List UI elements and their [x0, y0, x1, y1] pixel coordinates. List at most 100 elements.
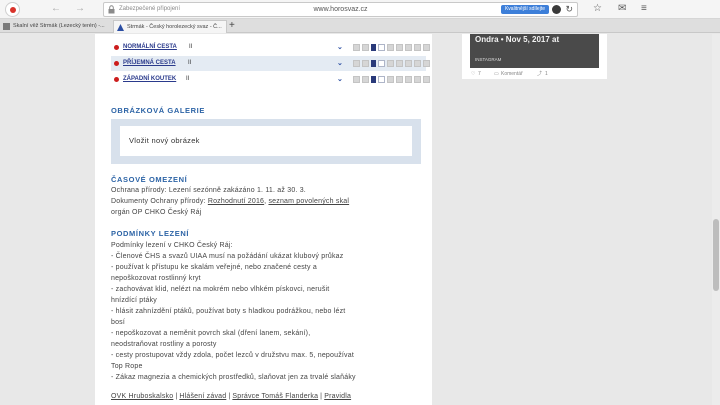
rating-box — [423, 76, 430, 83]
rating-box — [371, 60, 376, 67]
conditions-line: hnízdící ptáky — [111, 297, 157, 304]
rating-box — [371, 44, 376, 51]
rating-box — [396, 76, 403, 83]
rating-box — [362, 60, 369, 67]
tab-strmak[interactable]: Strmák - Český horolezecký svaz - Č... — [113, 20, 227, 33]
route-grade: II — [188, 60, 192, 66]
allowed-rocks-link[interactable]: seznam povolených skal — [268, 198, 349, 205]
rating-box — [387, 44, 394, 51]
rating-box — [396, 60, 403, 67]
conditions-line: - hlásit zahnízdění ptáků, používat boty… — [111, 308, 346, 315]
rating-box — [414, 44, 421, 51]
ovk-hruboskalsko-link[interactable]: OVK Hruboskalsko — [111, 393, 173, 400]
clip-icon — [378, 60, 385, 67]
rating-box — [405, 60, 412, 67]
report-defects-link[interactable]: Hlášení závad — [179, 393, 226, 400]
conditions-line: - cesty prostupovat vždy zdola, počet le… — [111, 352, 354, 359]
chevron-down-icon[interactable]: ⌄ — [337, 56, 343, 71]
conditions-line: nepoškozovat rostlinný kryt — [111, 275, 201, 282]
route-status-dot — [114, 77, 119, 82]
route-name-link[interactable]: PŘÍJEMNÁ CESTA — [123, 56, 176, 71]
add-image-label: Vložit nový obrázek — [129, 136, 200, 145]
add-image-button[interactable]: Vložit nový obrázek — [120, 126, 412, 156]
rating-box — [423, 60, 430, 67]
mail-icon[interactable]: ✉ — [618, 3, 626, 15]
documents-prefix: Dokumenty Ochrany přírody: — [111, 198, 208, 205]
tab-label: Skalní věž Strmák (Lezecký terén) -... — [13, 23, 105, 29]
rating-box — [353, 60, 360, 67]
browser-logo-icon[interactable] — [5, 2, 20, 17]
conditions-line: neodstraňovat rostliny a porosty — [111, 341, 217, 348]
conditions-line: - používat k přístupu ke skalám veřejné,… — [111, 264, 317, 271]
clip-icon — [378, 76, 385, 83]
rating-box — [387, 76, 394, 83]
seasonal-documents: Dokumenty Ochrany přírody: Rozhodnutí 20… — [111, 197, 349, 207]
gallery-heading: OBRÁZKOVÁ GALERIE — [111, 106, 205, 115]
heart-icon[interactable]: ♡ — [471, 71, 475, 78]
rating-box — [353, 44, 360, 51]
seasonal-heading: ČASOVÉ OMEZENÍ — [111, 175, 188, 184]
instagram-post-image[interactable]: Ondra • Nov 5, 2017 at INSTAGRAM — [470, 34, 599, 68]
instagram-widget: Ondra • Nov 5, 2017 at INSTAGRAM ♡ 7 ▭ K… — [462, 34, 607, 79]
tab-label: Strmák - Český horolezecký svaz - Č... — [127, 24, 222, 30]
reload-icon[interactable]: ↻ — [565, 4, 573, 14]
seasonal-line: Ochrana přírody: Lezení sezónně zakázáno… — [111, 187, 306, 194]
rules-link[interactable]: Pravidla — [324, 393, 351, 400]
rating-box — [405, 76, 412, 83]
chevron-down-icon[interactable]: ⌄ — [337, 72, 343, 87]
decision-2016-link[interactable]: Rozhodnutí 2016 — [208, 198, 264, 205]
route-row[interactable]: PŘÍJEMNÁ CESTA II ⌄ — [111, 56, 430, 71]
conditions-line: - zachovávat klid, nelézt na mokrém nebo… — [111, 286, 330, 293]
horosvaz-favicon-icon — [117, 24, 124, 31]
rating-box — [362, 44, 369, 51]
conditions-line: - nepoškozovat a neměnit povrch skal (dř… — [111, 330, 311, 337]
menu-icon[interactable]: ≡ — [641, 3, 647, 15]
rating-box — [371, 76, 376, 83]
footer-links: OVK Hruboskalsko | Hlášení závad | Správce T… — [111, 392, 351, 402]
scrollbar-thumb[interactable] — [713, 219, 719, 291]
conditions-line: - Členové ČHS a svazů UIAA musí na požád… — [111, 253, 344, 260]
extension-icon[interactable] — [552, 5, 561, 14]
route-row[interactable]: ZÁPADNÍ KOUTEK II ⌄ — [111, 72, 430, 87]
rating-box — [353, 76, 360, 83]
route-grade: II — [186, 76, 190, 82]
tab-skalni-vez[interactable]: Skalní věž Strmák (Lezecký terén) -... — [0, 20, 113, 33]
manager-link[interactable]: Správce Tomáš Flanderka — [232, 393, 318, 400]
post-source: INSTAGRAM — [475, 57, 502, 62]
route-name-link[interactable]: ZÁPADNÍ KOUTEK — [123, 72, 176, 87]
seasonal-authority: orgán OP CHKO Český Ráj — [111, 209, 202, 216]
route-status-dot — [114, 61, 119, 66]
rating-box — [414, 76, 421, 83]
conditions-line: Top Rope — [111, 363, 143, 370]
share-count: 1 — [545, 71, 548, 77]
conditions-line: Podmínky lezení v CHKO Český Ráj: — [111, 242, 233, 249]
rating-box — [405, 44, 412, 51]
gallery-box: Vložit nový obrázek — [111, 119, 421, 164]
page-favicon-icon — [3, 23, 10, 30]
chevron-down-icon[interactable]: ⌄ — [337, 40, 343, 55]
share-icon[interactable]: ⤴ — [537, 71, 542, 78]
route-row[interactable]: NORMÁLNÍ CESTA II ⌄ — [111, 40, 430, 55]
route-status-dot — [114, 45, 119, 50]
rating-box — [423, 44, 430, 51]
new-tab-button[interactable]: + — [229, 20, 235, 32]
post-caption: Ondra • Nov 5, 2017 at — [475, 35, 560, 44]
likes-count: 7 — [478, 71, 481, 77]
route-name-link[interactable]: NORMÁLNÍ CESTA — [123, 40, 177, 55]
bookmark-star-icon[interactable]: ☆ — [593, 3, 602, 15]
main-content: NORMÁLNÍ CESTA II ⌄ PŘÍJEMNÁ CESTA II ⌄ — [95, 34, 432, 405]
comment-label[interactable]: Komentář — [501, 71, 523, 78]
clip-icon — [378, 44, 385, 51]
rating-box — [362, 76, 369, 83]
back-arrow-icon[interactable]: ← — [51, 3, 61, 15]
rating-box — [387, 60, 394, 67]
share-quality-button[interactable]: Kvalitnější sdílejte — [500, 5, 549, 14]
comment-icon[interactable]: ▭ — [494, 71, 499, 78]
browser-toolbar: ← → Zabezpečené připojení www.horosvaz.c… — [0, 0, 720, 19]
forward-arrow-icon[interactable]: → — [75, 3, 85, 15]
address-bar[interactable]: Zabezpečené připojení www.horosvaz.cz Kv… — [103, 2, 578, 17]
page-scrollbar[interactable] — [712, 34, 720, 405]
conditions-line: - Zákaz magnezia a chemických prostředků… — [111, 374, 356, 381]
conditions-line: bosí — [111, 319, 126, 326]
rating-box — [396, 44, 403, 51]
